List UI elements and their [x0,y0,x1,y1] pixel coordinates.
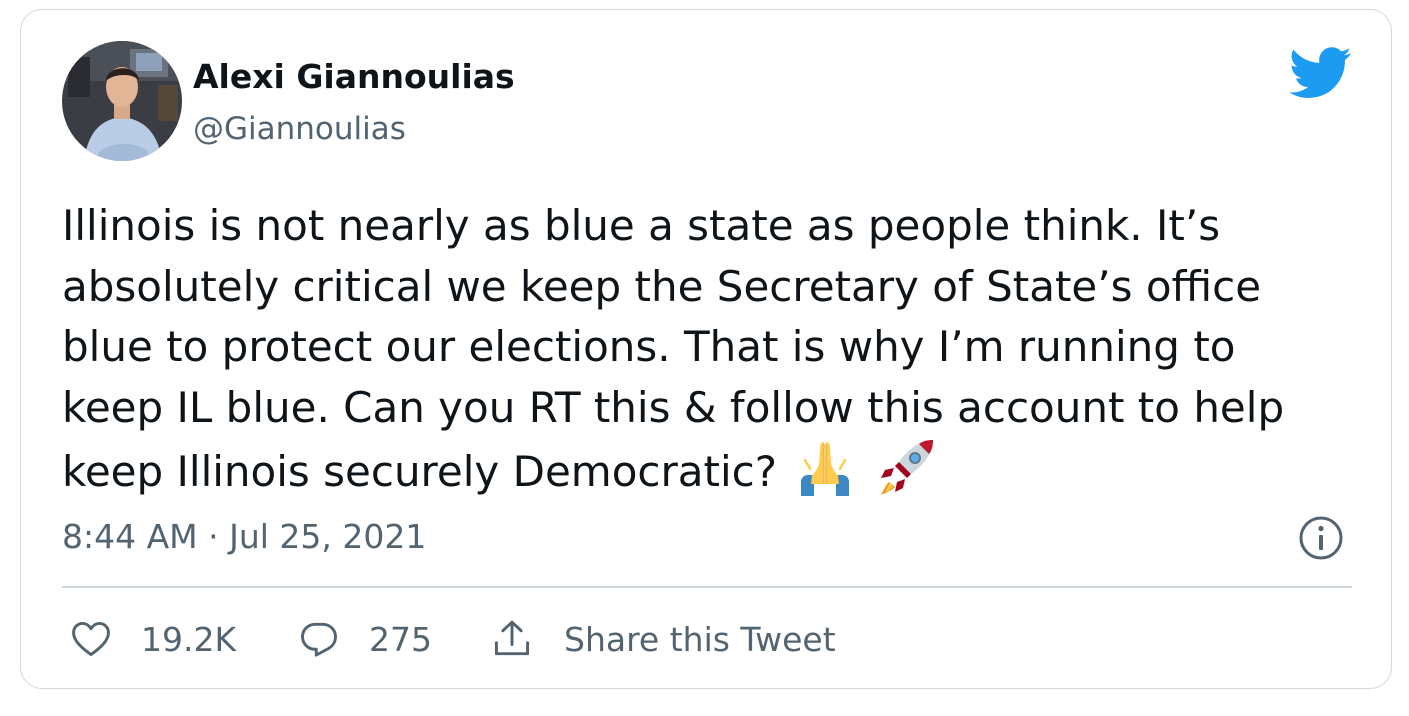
author-handle[interactable]: @Giannoulias [193,111,406,147]
author-name[interactable]: Alexi Giannoulias [193,57,515,96]
reply-button[interactable]: 275 [297,614,432,664]
heart-icon [72,621,110,657]
like-count: 19.2K [141,619,237,659]
info-icon[interactable] [1297,514,1345,562]
tweet-line: blue to protect our elections. That is w… [62,322,1236,371]
divider [62,586,1352,588]
tweet-line: absolutely critical we keep the Secretar… [62,261,1262,311]
share-icon [494,620,530,656]
avatar[interactable] [62,41,182,161]
tweet-line: Illinois is not nearly as blue a state a… [62,201,1221,250]
like-button[interactable]: 19.2K [69,614,236,664]
twitter-bird-icon[interactable] [1289,47,1353,99]
share-tweet-button[interactable]: Share this Tweet [490,614,836,664]
share-label: Share this Tweet [564,619,836,659]
tweet-line: keep IL blue. Can you RT this & follow t… [62,382,1285,432]
tweet-timestamp[interactable]: 8:44 AM · Jul 25, 2021 [62,517,426,556]
tweet-text: Illinois is not nearly as blue a state a… [62,196,1372,503]
rocket-emoji [881,440,934,495]
reply-bubble-icon [301,622,337,657]
reply-count: 275 [369,619,432,659]
tweet-card[interactable]: Alexi Giannoulias @Giannoulias Illinois … [20,9,1392,689]
tweet-line: keep Illinois securely Democratic? [62,447,778,496]
folded-hands-emoji [801,442,850,496]
